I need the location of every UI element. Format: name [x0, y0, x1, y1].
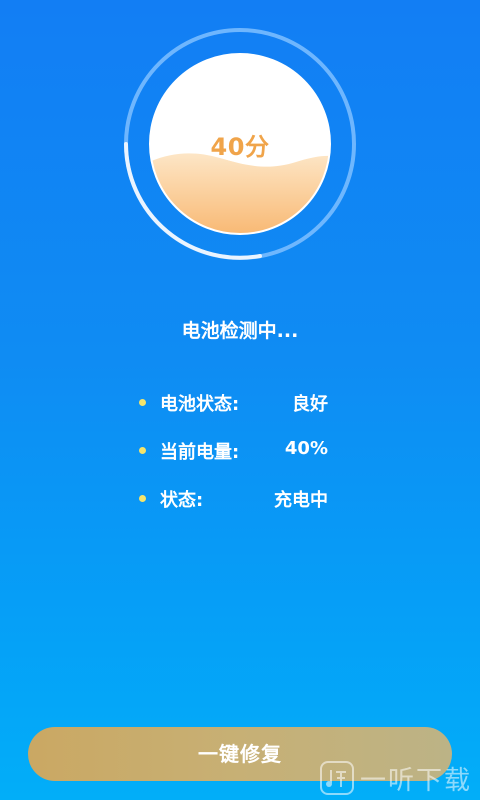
battery-liquid — [150, 153, 330, 234]
bullet-dot-icon — [139, 447, 146, 454]
battery-gauge: 40分 — [120, 24, 360, 264]
info-row-current-charge: 当前电量: 40% — [136, 438, 346, 486]
info-label: 当前电量: — [160, 442, 240, 463]
watermark-text: 一听下载 — [359, 765, 472, 796]
info-value: 40% — [284, 438, 328, 459]
info-label: 电池状态: — [160, 394, 240, 415]
site-watermark: 一听下载 — [319, 760, 472, 796]
music-note-logo-icon — [319, 761, 354, 795]
battery-info-list: 电池状态: 良好 当前电量: 40% 状态: 充电中 — [136, 390, 346, 534]
info-row-charging-state: 状态: 充电中 — [136, 486, 346, 534]
info-value: 良好 — [292, 394, 328, 415]
bullet-dot-icon — [139, 399, 146, 406]
battery-score: 40分 — [210, 133, 270, 161]
bullet-dot-icon — [139, 495, 146, 502]
info-value: 充电中 — [274, 490, 328, 511]
info-label: 状态: — [160, 490, 204, 511]
info-row-battery-status: 电池状态: 良好 — [136, 390, 346, 438]
detection-status-title: 电池检测中... — [181, 320, 299, 342]
